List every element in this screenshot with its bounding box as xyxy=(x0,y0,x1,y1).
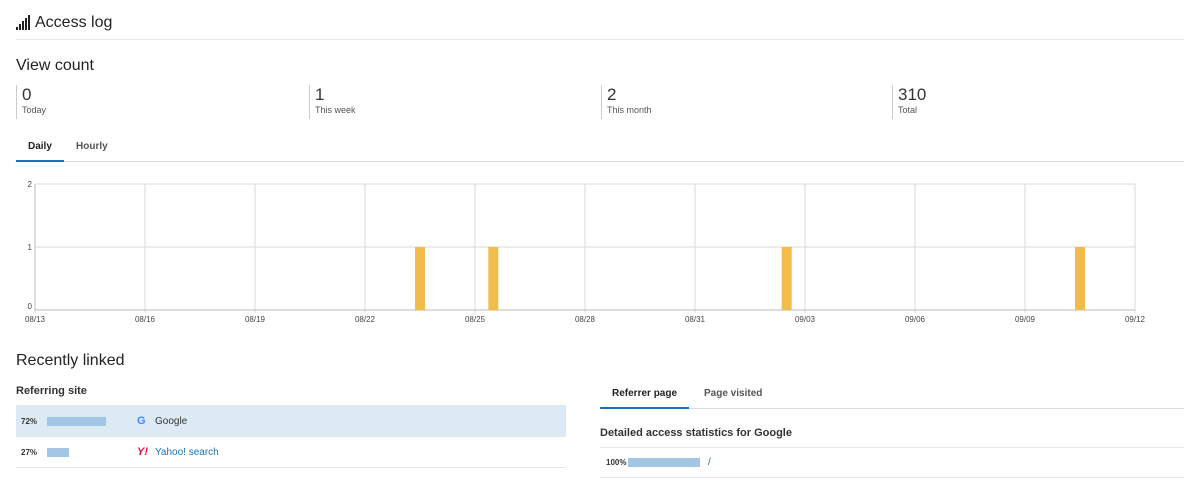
percent-bar-fill xyxy=(47,447,70,457)
y-tick-label: 1 xyxy=(28,243,33,252)
google-icon: G xyxy=(137,415,146,427)
referrer-name[interactable]: Yahoo! search xyxy=(155,447,219,458)
percent-bar xyxy=(47,447,129,457)
referrer-row-google[interactable]: 72% G Google xyxy=(16,406,566,437)
x-tick-label: 08/13 xyxy=(25,315,46,324)
y-tick-label: 2 xyxy=(28,180,33,189)
tab-daily[interactable]: Daily xyxy=(16,141,64,162)
x-tick-label: 08/31 xyxy=(685,315,706,324)
detail-table: 100% / xyxy=(600,447,1184,478)
percent-bar-fill xyxy=(628,458,700,467)
x-tick-label: 08/16 xyxy=(135,315,156,324)
x-tick-label: 09/12 xyxy=(1125,315,1146,324)
yahoo-icon: Y! xyxy=(137,446,148,458)
stat-this-month: 2 This month xyxy=(601,85,652,119)
referrer-row-yahoo[interactable]: 27% Y! Yahoo! search xyxy=(16,437,566,468)
tab-page-visited[interactable]: Page visited xyxy=(704,388,762,407)
percent-bar xyxy=(628,458,700,467)
percent-label: 100% xyxy=(606,458,627,467)
x-tick-label: 09/06 xyxy=(905,315,926,324)
access-log-header: Access log xyxy=(16,12,1184,40)
percent-bar xyxy=(47,416,129,426)
stat-this-week: 1 This week xyxy=(309,85,356,119)
stat-value: 1 xyxy=(315,85,325,104)
percent-bar-fill xyxy=(47,416,107,426)
stat-label: Total xyxy=(898,105,918,115)
x-tick-label: 08/19 xyxy=(245,315,266,324)
y-tick-label: 0 xyxy=(28,302,33,311)
daily-views-chart: 0 1 2 08/13 08/16 08/19 08/22 08/25 08/28 08/31 09… xyxy=(25,180,1146,324)
view-count-title: View count xyxy=(16,57,94,74)
percent-label: 27% xyxy=(21,447,38,457)
stat-today: 0 Today xyxy=(16,85,46,119)
view-count-stats: 0 Today 1 This week 2 This month 310 Tot… xyxy=(16,85,1184,119)
tab-referrer-page[interactable]: Referrer page xyxy=(600,388,690,409)
x-tick-label: 09/09 xyxy=(1015,315,1036,324)
referring-site-header: Referring site xyxy=(16,382,566,406)
referrer-tabs: Referrer page Page visited xyxy=(600,382,1184,409)
signal-bars-icon xyxy=(16,14,30,30)
chart-bar xyxy=(415,247,425,310)
stat-label: This month xyxy=(607,105,652,115)
detail-title: Detailed access statistics for Google xyxy=(600,427,792,439)
page-title: Access log xyxy=(35,13,113,31)
chart-tabs: Daily Hourly xyxy=(16,134,1184,162)
x-tick-label: 09/03 xyxy=(795,315,816,324)
x-tick-label: 08/22 xyxy=(355,315,376,324)
stat-value: 0 xyxy=(22,85,32,104)
x-tick-label: 08/28 xyxy=(575,315,596,324)
percent-label: 72% xyxy=(21,416,38,426)
chart-bar xyxy=(781,247,792,310)
stat-label: Today xyxy=(22,105,47,115)
stat-label: This week xyxy=(315,105,356,115)
referring-site-table: Referring site 72% G Google 27% Y! Yahoo… xyxy=(16,382,566,468)
stat-value: 310 xyxy=(898,85,927,104)
referrer-name[interactable]: Google xyxy=(155,416,187,427)
x-tick-label: 08/25 xyxy=(465,315,486,324)
chart-bar xyxy=(488,247,499,310)
stat-value: 2 xyxy=(607,85,617,104)
chart-bar xyxy=(1075,247,1085,310)
page-link[interactable]: / xyxy=(708,457,711,468)
detail-row: 100% / xyxy=(600,448,1184,478)
stat-total: 310 Total xyxy=(892,85,926,119)
recently-linked-title: Recently linked xyxy=(16,352,125,369)
tab-hourly[interactable]: Hourly xyxy=(76,141,108,160)
